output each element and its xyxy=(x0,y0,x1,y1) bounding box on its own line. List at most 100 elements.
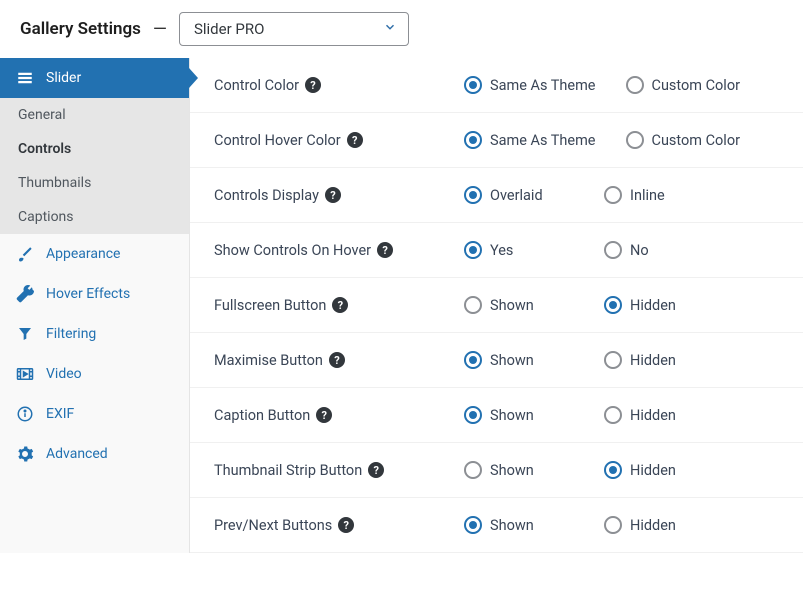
radio-label: Hidden xyxy=(630,297,676,314)
help-icon[interactable]: ? xyxy=(338,517,354,533)
radio-input[interactable] xyxy=(626,131,644,149)
radio-input[interactable] xyxy=(604,406,622,424)
radio-option[interactable]: Hidden xyxy=(604,296,714,314)
setting-label: Caption Button? xyxy=(214,407,464,424)
radio-input[interactable] xyxy=(604,351,622,369)
title-separator: — xyxy=(153,19,167,40)
radio-input[interactable] xyxy=(604,461,622,479)
radio-input[interactable] xyxy=(464,516,482,534)
radio-input[interactable] xyxy=(604,296,622,314)
sidebar-item-slider[interactable]: Slider xyxy=(0,58,189,98)
radio-input[interactable] xyxy=(604,516,622,534)
radio-option[interactable]: Yes xyxy=(464,241,574,259)
radio-option[interactable]: Shown xyxy=(464,296,574,314)
setting-row: Show Controls On Hover? Yes No xyxy=(190,223,803,278)
radio-label: No xyxy=(630,242,649,259)
setting-row: Controls Display?OverlaidInline xyxy=(190,168,803,223)
help-icon[interactable]: ? xyxy=(329,352,345,368)
help-icon[interactable]: ? xyxy=(325,187,341,203)
help-icon[interactable]: ? xyxy=(305,77,321,93)
radio-label: Same As Theme xyxy=(490,77,596,94)
template-select[interactable]: Slider PRO xyxy=(179,12,409,46)
setting-row: Control Hover Color? Same As Theme Custom … xyxy=(190,113,803,168)
sidebar-item-exif[interactable]: EXIF xyxy=(0,394,189,434)
help-icon[interactable]: ? xyxy=(316,407,332,423)
radio-option[interactable]: Custom Color xyxy=(626,76,741,94)
radio-input[interactable] xyxy=(464,131,482,149)
filter-icon xyxy=(16,325,34,343)
sidebar-item-hover-effects[interactable]: Hover Effects xyxy=(0,274,189,314)
radio-option[interactable]: No xyxy=(604,241,714,259)
radio-label: Shown xyxy=(490,517,534,534)
radio-label: Yes xyxy=(490,242,513,259)
setting-label: Control Hover Color? xyxy=(214,132,464,149)
header: Gallery Settings — Slider PRO xyxy=(0,0,803,58)
setting-label-text: Control Hover Color xyxy=(214,132,341,149)
radio-option[interactable]: Same As Theme xyxy=(464,76,596,94)
radio-input[interactable] xyxy=(626,76,644,94)
radio-label: Hidden xyxy=(630,352,676,369)
radio-input[interactable] xyxy=(464,406,482,424)
setting-label: Fullscreen Button? xyxy=(214,297,464,314)
help-icon[interactable]: ? xyxy=(347,132,363,148)
help-icon[interactable]: ? xyxy=(377,242,393,258)
radio-option[interactable]: Hidden xyxy=(604,406,714,424)
radio-input[interactable] xyxy=(464,296,482,314)
help-icon[interactable]: ? xyxy=(332,297,348,313)
radio-option[interactable]: Overlaid xyxy=(464,186,574,204)
setting-options: Same As Theme Custom Color xyxy=(464,131,740,149)
sidebar-item-label: Appearance xyxy=(46,246,120,262)
radio-option[interactable]: Same As Theme xyxy=(464,131,596,149)
radio-label: Shown xyxy=(490,407,534,424)
setting-label-text: Fullscreen Button xyxy=(214,297,326,314)
radio-option[interactable]: Shown xyxy=(464,406,574,424)
template-select-value: Slider PRO xyxy=(179,12,409,46)
radio-option[interactable]: Custom Color xyxy=(626,131,741,149)
radio-label: Same As Theme xyxy=(490,132,596,149)
radio-option[interactable]: Hidden xyxy=(604,351,714,369)
sub-item-controls[interactable]: Controls xyxy=(0,132,189,166)
gear-icon xyxy=(16,445,34,463)
video-icon xyxy=(16,365,34,383)
radio-input[interactable] xyxy=(604,186,622,204)
sidebar-item-label: Hover Effects xyxy=(46,286,130,302)
sidebar-item-advanced[interactable]: Advanced xyxy=(0,434,189,474)
setting-label: Prev/Next Buttons? xyxy=(214,517,464,534)
sub-item-general[interactable]: General xyxy=(0,98,189,132)
content: Control Color?Same As ThemeCustom ColorC… xyxy=(190,58,803,553)
setting-row: Maximise Button?ShownHidden xyxy=(190,333,803,388)
radio-input[interactable] xyxy=(464,186,482,204)
radio-input[interactable] xyxy=(464,461,482,479)
radio-option[interactable]: Shown xyxy=(464,461,574,479)
radio-input[interactable] xyxy=(464,351,482,369)
sidebar-item-video[interactable]: Video xyxy=(0,354,189,394)
sub-item-thumbnails[interactable]: Thumbnails xyxy=(0,166,189,200)
page-title: Gallery Settings xyxy=(20,19,141,39)
setting-label: Control Color? xyxy=(214,77,464,94)
radio-option[interactable]: Hidden xyxy=(604,516,714,534)
slider-icon xyxy=(16,69,34,87)
setting-options: Shown Hidden xyxy=(464,406,714,424)
radio-option[interactable]: Shown xyxy=(464,516,574,534)
sidebar-item-filtering[interactable]: Filtering xyxy=(0,314,189,354)
radio-option[interactable]: Shown xyxy=(464,351,574,369)
main: Slider General Controls Thumbnails Capti… xyxy=(0,58,803,553)
sub-item-captions[interactable]: Captions xyxy=(0,200,189,234)
radio-option[interactable]: Hidden xyxy=(604,461,714,479)
radio-input[interactable] xyxy=(464,241,482,259)
radio-option[interactable]: Inline xyxy=(604,186,714,204)
sidebar-item-label: EXIF xyxy=(46,406,74,422)
sidebar-item-appearance[interactable]: Appearance xyxy=(0,234,189,274)
radio-input[interactable] xyxy=(464,76,482,94)
help-icon[interactable]: ? xyxy=(368,462,384,478)
radio-label: Shown xyxy=(490,462,534,479)
setting-options: Overlaid Inline xyxy=(464,186,714,204)
radio-label: Shown xyxy=(490,352,534,369)
radio-input[interactable] xyxy=(604,241,622,259)
setting-row: Control Color? Same As Theme Custom Color xyxy=(190,58,803,113)
sidebar-sub-items: General Controls Thumbnails Captions xyxy=(0,98,189,234)
info-icon xyxy=(16,405,34,423)
setting-options: Shown Hidden xyxy=(464,516,714,534)
radio-label: Custom Color xyxy=(652,132,741,149)
setting-label-text: Show Controls On Hover xyxy=(214,242,371,259)
